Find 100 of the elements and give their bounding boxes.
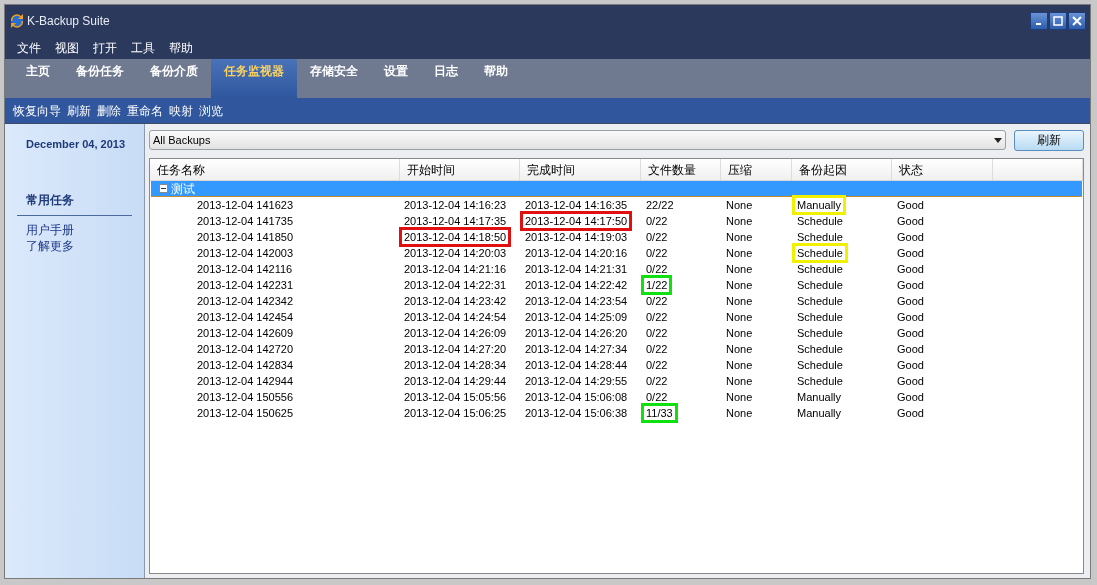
nav-tab[interactable]: 存储安全 xyxy=(297,59,371,98)
table-cell-text: 2013-12-04 15:06:08 xyxy=(524,390,629,405)
menu-item[interactable]: 帮助 xyxy=(169,39,193,57)
nav-tab[interactable]: 主页 xyxy=(13,59,63,98)
table-cell-text: Good xyxy=(896,374,925,389)
table-cell-text: 2013-12-04 142342 xyxy=(196,294,295,309)
table-cell-text: 2013-12-04 14:17:35 xyxy=(403,214,508,229)
section-title: 常用任务 xyxy=(25,191,75,209)
sidebar-link[interactable]: 用户手册 xyxy=(17,221,132,238)
table-cell-text: Good xyxy=(896,230,925,245)
table-cell: 2013-12-04 14:17:50 xyxy=(520,211,633,231)
menu-item[interactable]: 打开 xyxy=(93,39,117,57)
table-cell-text: 0/22 xyxy=(645,390,669,405)
table-cell-text: 2013-12-04 141623 xyxy=(196,198,295,213)
table-cell-text: 0/22 xyxy=(645,230,669,245)
window-title: K-Backup Suite xyxy=(27,13,110,30)
toolbar-button[interactable]: 刷新 xyxy=(67,101,91,120)
table-cell-text: None xyxy=(725,230,754,245)
refresh-button[interactable]: 刷新 xyxy=(1014,129,1084,151)
table-cell-text: 2013-12-04 142003 xyxy=(196,246,295,261)
minimize-button[interactable] xyxy=(1030,12,1048,30)
nav-tab[interactable]: 备份任务 xyxy=(63,59,137,98)
column-header[interactable]: 开始时间 xyxy=(400,159,520,180)
table-cell-text: None xyxy=(725,390,754,405)
table-cell-text: 2013-12-04 14:28:34 xyxy=(403,358,508,373)
table-cell-text: 2013-12-04 14:27:34 xyxy=(524,342,629,357)
table-cell-text: Good xyxy=(896,310,925,325)
table-cell-text: Schedule xyxy=(796,262,844,277)
table-cell-text: 0/22 xyxy=(645,214,669,229)
nav-tab[interactable]: 备份介质 xyxy=(137,59,211,98)
table-cell-text: None xyxy=(725,198,754,213)
toolbar-button[interactable]: 映射 xyxy=(169,101,193,120)
table-cell: 11/33 xyxy=(641,403,678,423)
table-cell-text: Manually xyxy=(796,390,843,405)
table-cell-text: 0/22 xyxy=(645,294,669,309)
close-button[interactable] xyxy=(1068,12,1086,30)
maximize-button[interactable] xyxy=(1049,12,1067,30)
table-cell-text: 2013-12-04 14:23:54 xyxy=(524,294,629,309)
table-cell-text: 0/22 xyxy=(645,246,669,261)
table-cell-text: 0/22 xyxy=(645,342,669,357)
table-cell-text: 0/22 xyxy=(645,310,669,325)
table-cell-text: Good xyxy=(896,278,925,293)
table-cell-text: None xyxy=(725,278,754,293)
toolbar-button[interactable]: 删除 xyxy=(97,101,121,120)
close-icon xyxy=(1071,15,1083,27)
table-cell-text: 2013-12-04 14:28:44 xyxy=(524,358,629,373)
nav-tab[interactable]: 帮助 xyxy=(471,59,521,98)
table-cell: Manually xyxy=(792,195,847,215)
toolbar-button[interactable]: 恢复向导 xyxy=(13,101,61,120)
table-cell-text: None xyxy=(725,310,754,325)
toolbar-button[interactable]: 浏览 xyxy=(199,101,223,120)
table-cell-text: 2013-12-04 142609 xyxy=(196,326,295,341)
table-cell-text: Good xyxy=(896,326,925,341)
table-cell-text: 2013-12-04 142720 xyxy=(196,342,295,357)
table-cell-text: Schedule xyxy=(796,326,844,341)
table-cell-text: Schedule xyxy=(796,214,844,229)
table-cell-text: 2013-12-04 14:20:16 xyxy=(524,246,629,261)
table-cell-text: 2013-12-04 14:26:09 xyxy=(403,326,508,341)
table-cell-text: None xyxy=(725,214,754,229)
menu-item[interactable]: 文件 xyxy=(17,39,41,57)
backup-filter-dropdown[interactable]: All Backups xyxy=(149,130,1006,150)
table-cell-text: Good xyxy=(896,246,925,261)
column-header[interactable]: 任务名称 xyxy=(150,159,400,180)
table-cell-text: None xyxy=(725,326,754,341)
table-cell-text: 2013-12-04 141850 xyxy=(196,230,295,245)
table-cell: 1/22 xyxy=(641,275,673,295)
nav-tab[interactable]: 日志 xyxy=(421,59,471,98)
nav-tab[interactable]: 设置 xyxy=(371,59,421,98)
table-cell-text: 2013-12-04 14:25:09 xyxy=(524,310,629,325)
menu-item[interactable]: 视图 xyxy=(55,39,79,57)
table-cell-text: Good xyxy=(896,198,925,213)
table-cell-text: 2013-12-04 141735 xyxy=(196,214,295,229)
column-header[interactable]: 压缩 xyxy=(721,159,792,180)
table-cell-text: Schedule xyxy=(796,342,844,357)
column-header[interactable]: 完成时间 xyxy=(520,159,641,180)
table-cell-text: 2013-12-04 142116 xyxy=(196,262,294,277)
sidebar-link[interactable]: 了解更多 xyxy=(17,237,132,254)
table-cell-text: 2013-12-04 14:16:23 xyxy=(403,198,508,213)
table-cell-text: 0/22 xyxy=(645,374,669,389)
table-cell-text: 2013-12-04 142944 xyxy=(196,374,295,389)
collapse-icon[interactable] xyxy=(159,184,168,193)
column-header[interactable]: 文件数量 xyxy=(641,159,721,180)
table-cell-text: 0/22 xyxy=(645,326,669,341)
toolbar-button[interactable]: 重命名 xyxy=(127,101,163,120)
maximize-icon xyxy=(1052,15,1064,27)
column-header[interactable]: 备份起因 xyxy=(792,159,892,180)
table-cell-text: 2013-12-04 15:05:56 xyxy=(403,390,508,405)
table-cell-text: Good xyxy=(896,390,925,405)
table-cell-text: 2013-12-04 14:21:16 xyxy=(403,262,508,277)
menu-item[interactable]: 工具 xyxy=(131,39,155,57)
table-cell-text: Good xyxy=(896,406,925,421)
nav-tab[interactable]: 任务监视器 xyxy=(211,59,297,98)
table-cell-text: 2013-12-04 14:29:55 xyxy=(524,374,629,389)
table-cell-text: Schedule xyxy=(796,358,844,373)
table-cell-text: 2013-12-04 142454 xyxy=(196,310,295,325)
table-cell-text: None xyxy=(725,374,754,389)
table-cell: 2013-12-04 14:18:50 xyxy=(399,227,512,247)
column-header[interactable]: 状态 xyxy=(892,159,993,180)
table-cell: Schedule xyxy=(792,243,848,263)
app-logo-icon xyxy=(9,13,25,29)
